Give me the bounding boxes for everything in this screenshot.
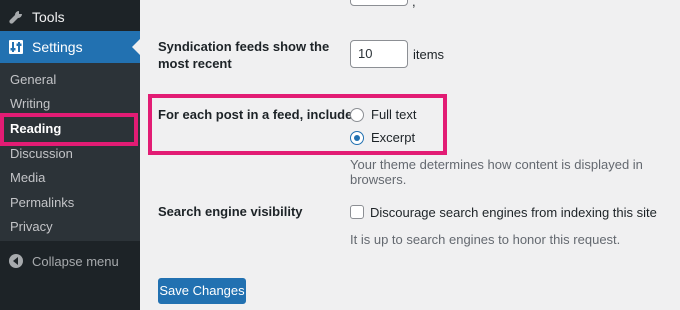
highlight-box-feed-content [148,94,447,155]
collapse-arrow-icon [8,253,24,269]
feed-content-description: Your theme determines how content is dis… [350,157,643,187]
submenu-item-writing[interactable]: Writing [10,96,50,111]
search-visibility-description: It is up to search engines to honor this… [350,232,621,247]
save-changes-button[interactable]: Save Changes [158,278,246,304]
search-visibility-label: Search engine visibility [158,204,303,219]
menu-settings-label: Settings [32,39,83,55]
discourage-search-label[interactable]: Discourage search engines from indexing … [370,205,657,220]
discourage-search-checkbox[interactable] [350,205,364,219]
submenu-item-media[interactable]: Media [10,170,45,185]
posts-per-page-suffix: , [412,0,416,9]
posts-per-page-input[interactable] [350,0,408,6]
settings-sliders-icon [8,39,24,55]
settings-submenu: General Writing Reading Discussion Media… [0,63,140,241]
submenu-item-permalinks[interactable]: Permalinks [10,195,74,210]
syndication-feeds-unit: items [413,47,445,62]
collapse-menu-label: Collapse menu [32,254,119,269]
submenu-item-privacy[interactable]: Privacy [10,219,53,234]
menu-tools-label: Tools [32,9,65,25]
syndication-feeds-label: Syndication feeds show the most recent [158,39,330,71]
menu-tools[interactable]: Tools [0,2,140,32]
collapse-menu[interactable]: Collapse menu [0,250,140,274]
submenu-item-discussion[interactable]: Discussion [10,146,73,161]
menu-settings[interactable]: Settings [0,31,140,63]
submenu-item-general[interactable]: General [10,72,56,87]
syndication-feeds-input[interactable]: 10 [350,40,408,68]
wrench-icon [8,9,24,25]
highlight-box-reading [0,113,138,146]
admin-sidebar: Tools Settings General Writing Reading D… [0,0,140,310]
